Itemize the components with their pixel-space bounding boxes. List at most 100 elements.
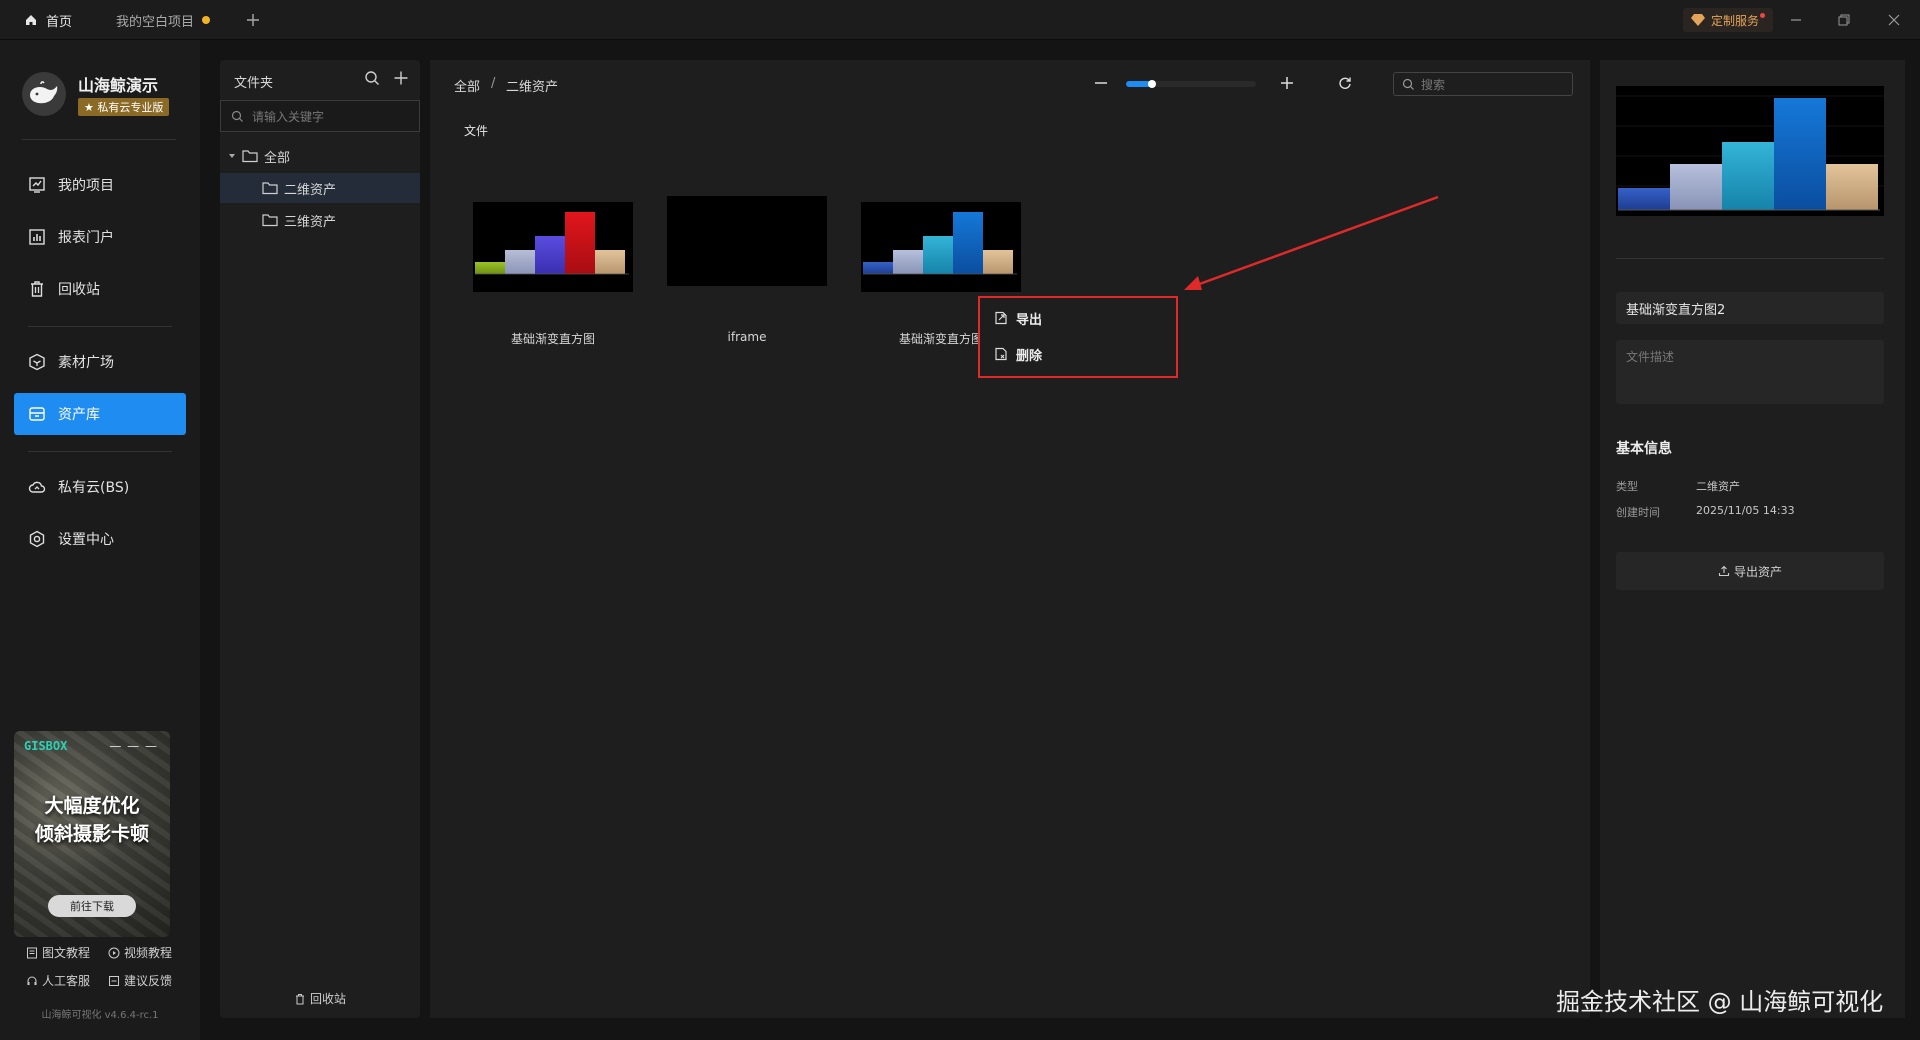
custom-service-button[interactable]: 定制服务 <box>1683 8 1774 32</box>
info-type-value: 二维资产 <box>1696 480 1740 493</box>
close-icon <box>1888 14 1900 26</box>
minimize-icon <box>1791 19 1801 21</box>
tree-item-label: 全部 <box>264 150 291 166</box>
nav-private-cloud[interactable]: 私有云(BS) <box>14 466 186 508</box>
refresh-button[interactable] <box>1338 76 1352 90</box>
upload-icon <box>1718 565 1730 577</box>
info-created-key: 创建时间 <box>1616 506 1660 519</box>
nav-settings[interactable]: 设置中心 <box>14 518 186 560</box>
annotation-arrow <box>1184 195 1439 290</box>
add-folder-button[interactable] <box>393 70 409 86</box>
breadcrumb-separator: / <box>491 76 496 91</box>
headset-icon <box>27 976 37 985</box>
export-file-icon <box>995 311 1007 325</box>
help-label: 建议反馈 <box>124 974 173 988</box>
context-menu-delete[interactable]: 删除 <box>994 340 1042 368</box>
asset-search-placeholder: 搜索 <box>1421 77 1446 92</box>
bar-chart-icon <box>29 229 45 245</box>
close-button[interactable] <box>1880 8 1908 32</box>
breadcrumb-all[interactable]: 全部 <box>454 76 480 95</box>
promo-headline: 大幅度优化 <box>44 795 140 817</box>
search-icon <box>1402 78 1414 90</box>
info-created-value: 2025/11/05 14:33 <box>1696 504 1795 517</box>
home-icon <box>26 15 36 25</box>
promo-subheadline: 倾斜摄影卡顿 <box>34 823 149 845</box>
file-card-thumbnail[interactable] <box>473 202 633 292</box>
feedback-icon <box>109 975 119 986</box>
new-tab-button[interactable] <box>246 0 260 40</box>
files-section-label: 文件 <box>464 124 489 138</box>
divider <box>1616 258 1884 259</box>
trash-icon <box>31 281 43 297</box>
whale-icon <box>30 81 58 104</box>
cube-icon <box>29 353 45 371</box>
search-icon <box>231 110 243 122</box>
search-icon <box>365 71 379 85</box>
divider <box>22 139 176 140</box>
nav-asset-library[interactable]: 资产库 <box>14 393 186 435</box>
context-menu-label: 删除 <box>1016 348 1043 364</box>
tree-item-all[interactable]: 全部 <box>220 141 420 171</box>
promo-download-button[interactable]: 前往下载 <box>48 895 136 917</box>
file-card-name: iframe <box>727 330 767 344</box>
folder-recycle-link[interactable]: 回收站 <box>220 990 420 1007</box>
tab-home[interactable]: 首页 <box>24 0 72 40</box>
plus-icon <box>394 71 408 85</box>
folder-panel-title: 文件夹 <box>234 76 274 91</box>
nav-label: 回收站 <box>58 282 100 298</box>
zoom-slider-thumb[interactable] <box>1148 80 1156 88</box>
title-bar <box>0 0 1920 40</box>
help-video-tutorial[interactable]: 视频教程 <box>108 944 172 961</box>
folder-search-input[interactable]: 请输入关键字 <box>220 100 420 132</box>
minus-icon <box>1095 82 1107 84</box>
bar-chart-thumbnail <box>475 212 629 275</box>
nav-my-projects[interactable]: 我的项目 <box>14 164 186 206</box>
nav-report-portal[interactable]: 报表门户 <box>14 216 186 258</box>
restore-button[interactable] <box>1830 8 1858 32</box>
brand-logo <box>22 72 66 116</box>
info-type-key: 类型 <box>1616 480 1638 493</box>
promo-dash: — — — <box>109 739 158 753</box>
tree-item-2d-assets[interactable]: 二维资产 <box>220 173 420 203</box>
caret-down-icon <box>229 154 235 158</box>
file-card-name: 基础渐变直方图 <box>510 332 595 346</box>
watermark: 掘金技术社区 @ 山海鲸可视化 <box>1556 988 1884 1016</box>
divider <box>28 326 172 327</box>
zoom-out-button[interactable] <box>1094 76 1108 90</box>
help-doc-tutorial[interactable]: 图文教程 <box>26 944 90 961</box>
folder-panel <box>220 60 420 1018</box>
tree-item-3d-assets[interactable]: 三维资产 <box>220 205 420 235</box>
file-card-thumbnail[interactable] <box>861 202 1021 292</box>
folder-search-button[interactable] <box>364 70 380 86</box>
file-card-thumbnail[interactable] <box>667 196 827 286</box>
play-icon <box>108 947 120 958</box>
context-menu-label: 导出 <box>1016 312 1043 328</box>
context-menu-export[interactable]: 导出 <box>994 304 1042 332</box>
document-icon <box>27 947 37 958</box>
nav-recycle-bin[interactable]: 回收站 <box>14 268 186 310</box>
zoom-in-button[interactable] <box>1280 76 1294 90</box>
folder-icon <box>262 214 278 227</box>
edition-badge: ★ 私有云专业版 <box>78 98 170 116</box>
tab-project[interactable]: 我的空白项目 <box>116 0 211 40</box>
tab-project-label: 我的空白项目 <box>116 14 195 30</box>
asset-name-input[interactable]: 基础渐变直方图2 <box>1616 292 1884 324</box>
tree-item-label: 三维资产 <box>284 214 337 230</box>
help-label: 视频教程 <box>124 946 173 960</box>
promo-banner[interactable]: GISBOX — — — 大幅度优化 倾斜摄影卡顿 前往下载 <box>14 731 170 937</box>
plus-icon <box>1281 77 1293 89</box>
delete-file-icon <box>995 347 1007 361</box>
nav-label: 素材广场 <box>58 355 114 371</box>
minimize-button[interactable] <box>1782 8 1810 32</box>
help-feedback[interactable]: 建议反馈 <box>108 972 172 989</box>
help-customer-service[interactable]: 人工客服 <box>26 972 90 989</box>
nav-material-square[interactable]: 素材广场 <box>14 341 186 383</box>
trash-icon <box>295 993 304 1004</box>
cloud-icon <box>28 481 46 493</box>
export-asset-button[interactable]: 导出资产 <box>1616 552 1884 590</box>
notification-dot-icon <box>1760 12 1766 18</box>
help-label: 人工客服 <box>42 974 91 988</box>
asset-description-input[interactable]: 文件描述 <box>1616 340 1884 404</box>
asset-search-input[interactable]: 搜索 <box>1393 72 1573 96</box>
chart-line-icon <box>29 177 45 193</box>
